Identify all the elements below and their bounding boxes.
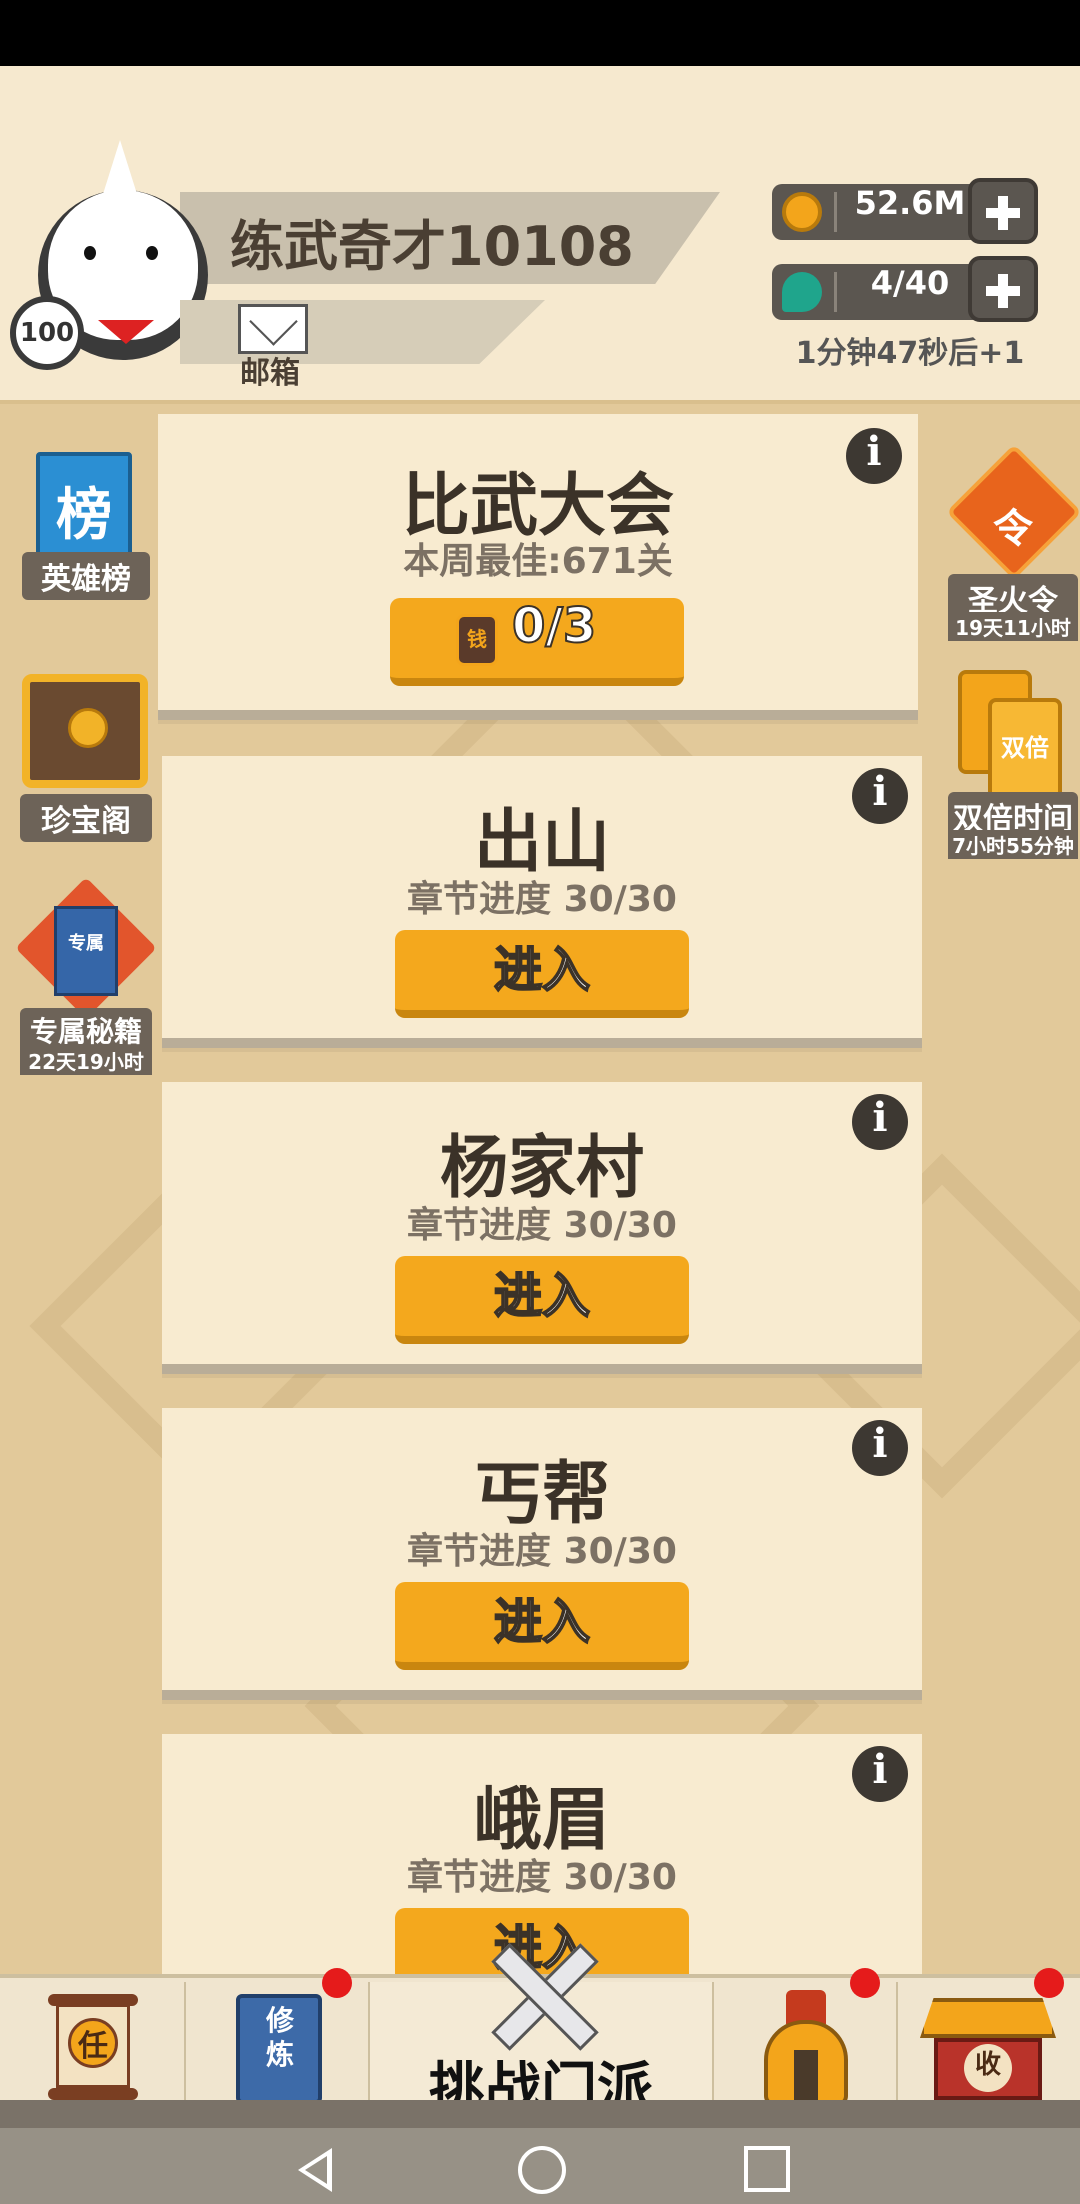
status-bar [0,0,1080,66]
player-name: 练武奇才10108 [230,215,634,278]
hero-ranking-label: 英雄榜 [22,552,150,600]
crossed-swords-icon [482,1934,602,2054]
coin-value: 52.6M [854,184,966,222]
tournament-card: i 比武大会 本周最佳:671关 钱 0/3 [158,414,918,720]
pavilion-icon: 收 [920,1998,1056,2108]
exclusive-manual-button[interactable]: 专属 专属秘籍 22天19小时 [15,877,157,1082]
coin-icon [782,192,822,232]
mail-label[interactable]: 邮箱 [240,348,300,392]
stage-enter-button[interactable]: 进入 [395,1256,689,1344]
stamina-value: 4/40 [870,264,950,302]
double-time-button[interactable]: 双倍 双倍时间 7小时55分钟 [948,668,1078,864]
add-stamina-button[interactable] [968,256,1038,322]
nav-bottom-strip [0,2100,1080,2128]
tournament-ticket-button[interactable]: 钱 0/3 [390,597,684,686]
treasure-chest-icon [22,674,148,788]
helmet-icon [758,1990,854,2108]
scroll-task-icon: 任 [48,1994,138,2104]
hero-ranking-button[interactable]: 榜 英雄榜 [22,450,150,600]
stage-card: i 丐帮 章节进度 30/30 进入 [162,1408,922,1700]
training-book-icon: 修炼 [236,1994,322,2104]
stage-card: i 出山 章节进度 30/30 进入 [162,756,922,1048]
add-coins-button[interactable] [968,178,1038,244]
stage-enter-button[interactable]: 进入 [395,930,689,1018]
stage-card: i 杨家村 章节进度 30/30 进入 [162,1082,922,1374]
stage-enter-button[interactable]: 进入 [395,1582,689,1670]
tournament-best-score: 本周最佳:671关 [403,541,673,582]
stamina-drop-icon [782,272,822,312]
stage-progress: 章节进度 30/30 [407,1205,677,1246]
mail-icon[interactable] [238,304,308,354]
holy-fire-token-button[interactable]: 令 圣火令 19天11小时 [946,444,1080,646]
holy-fire-timer: 19天11小时 [948,612,1078,641]
ticket-icon: 钱 [456,614,498,666]
system-nav-bar [0,2128,1080,2204]
stamina-regen-timer: 1分钟47秒后+1 [795,336,1025,371]
coin-counter: 52.6M [772,184,982,240]
double-time-timer: 7小时55分钟 [948,830,1078,859]
exclusive-manual-timer: 22天19小时 [20,1046,152,1075]
stamina-counter: 4/40 [772,264,982,320]
notification-dot [322,1968,352,1998]
stage-progress: 章节进度 30/30 [407,879,677,920]
notification-dot [1034,1968,1064,1998]
treasure-pavilion-label: 珍宝阁 [20,794,152,842]
ranking-banner-icon: 榜 [36,452,132,560]
stage-progress: 章节进度 30/30 [407,1531,677,1572]
treasure-pavilion-button[interactable]: 珍宝阁 [20,668,152,842]
player-level-badge: 100 [10,296,84,370]
notification-dot [850,1968,880,1998]
recents-icon[interactable] [744,2146,790,2192]
home-icon[interactable] [518,2146,566,2194]
stage-progress: 章节进度 30/30 [407,1857,677,1898]
